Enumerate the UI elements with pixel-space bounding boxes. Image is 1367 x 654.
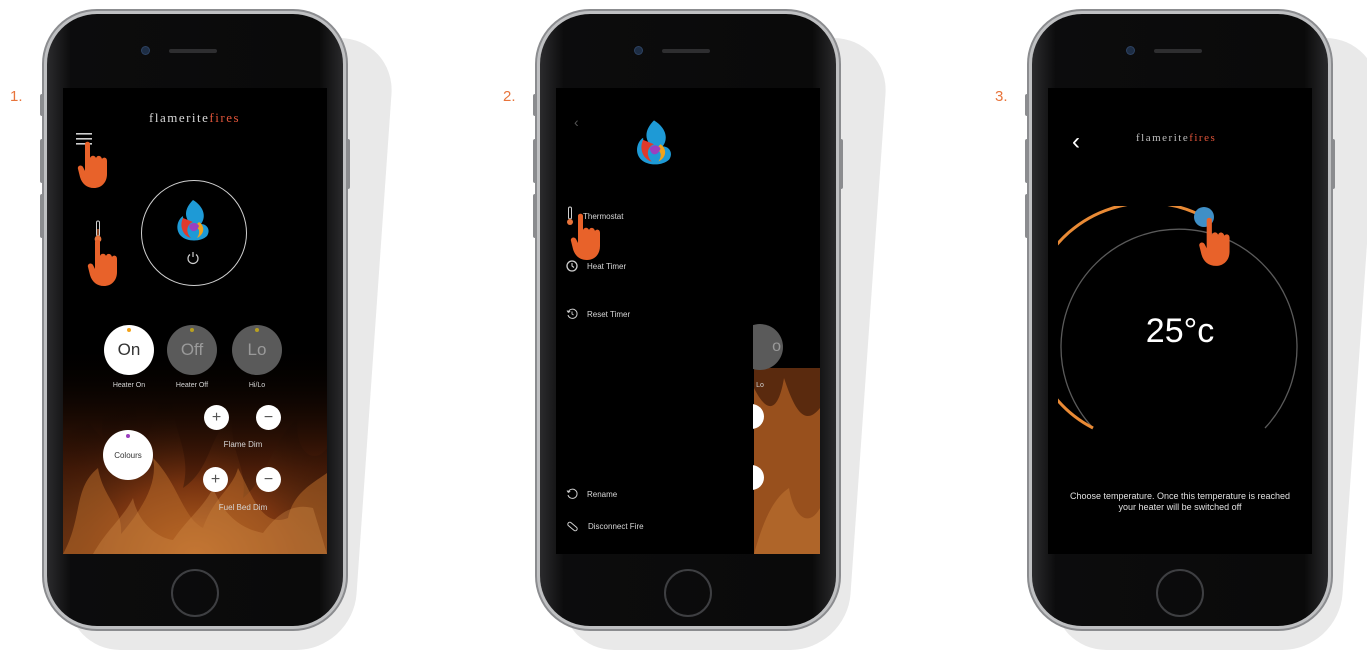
heater-off-button[interactable]: Off [167, 325, 217, 375]
reset-timer-icon [566, 308, 578, 319]
heater-on-button[interactable]: On [104, 325, 154, 375]
step-number-1: 1. [10, 88, 23, 105]
front-camera [635, 47, 642, 54]
disconnect-icon [567, 521, 578, 532]
phone-mockup-1: flameritefires On Heater On Off Heater O… [40, 14, 350, 626]
front-camera [142, 47, 149, 54]
flame-dim-label: Flame Dim [223, 440, 263, 449]
app-screen-home: flameritefires On Heater On Off Heater O… [63, 88, 327, 554]
tap-hand-icon [570, 213, 600, 260]
heater-on-label: Heater On [112, 382, 146, 389]
temperature-readout: 25°c [1145, 312, 1215, 350]
step-number-2: 2. [503, 88, 516, 105]
fuel-bed-dim-label: Fuel Bed Dim [218, 503, 268, 512]
earpiece-speaker [169, 49, 217, 53]
home-button[interactable] [1156, 569, 1204, 617]
tap-hand-icon [87, 239, 117, 286]
brand-logo: flameritefires [149, 110, 241, 125]
app-screen-menu: o Lo ‹ Thermostat Heat Timer Reset Timer… [556, 88, 820, 554]
instruction-text: Choose temperature. Once this temperatur… [1069, 491, 1291, 512]
menu-item-disconnect-fire[interactable]: Disconnect Fire [566, 520, 644, 533]
flames-background [754, 368, 820, 554]
home-button[interactable] [664, 569, 712, 617]
phone-mockup-3: ‹ flameritefires 25°c Choose temperature… [1025, 14, 1335, 626]
home-button[interactable] [171, 569, 219, 617]
phone-mockup-2: o Lo ‹ Thermostat Heat Timer Reset Timer… [533, 14, 843, 626]
hi-lo-label: Hi/Lo [248, 382, 266, 389]
heater-off-label: Heater Off [175, 382, 209, 389]
fuel-bed-dim-minus-button[interactable]: − [256, 467, 281, 492]
peek-hi-lo-label: Lo [756, 382, 764, 389]
hi-lo-button[interactable]: Lo [232, 325, 282, 375]
brand-logo: flameritefires [1136, 132, 1217, 144]
rename-icon [566, 488, 578, 499]
menu-item-rename[interactable]: Rename [566, 488, 617, 500]
flame-logo-icon [637, 120, 671, 165]
menu-item-reset-timer[interactable]: Reset Timer [566, 308, 630, 320]
back-chevron-icon[interactable]: ‹ [574, 114, 579, 130]
step-number-3: 3. [995, 88, 1008, 105]
app-screen-thermostat: ‹ flameritefires 25°c Choose temperature… [1048, 88, 1312, 554]
power-icon[interactable] [186, 251, 200, 265]
flame-logo-icon [177, 200, 209, 241]
front-camera [1127, 47, 1134, 54]
flame-dim-minus-button[interactable]: − [256, 405, 281, 430]
fuel-bed-dim-plus-button[interactable]: + [203, 467, 228, 492]
back-button[interactable]: ‹ [1072, 130, 1080, 154]
tap-hand-icon [1199, 217, 1230, 266]
earpiece-speaker [662, 49, 710, 53]
flame-dim-plus-button[interactable]: + [204, 405, 229, 430]
side-drawer: ‹ Thermostat Heat Timer Reset Timer Rena… [556, 88, 753, 554]
tap-hand-icon [77, 141, 107, 188]
earpiece-speaker [1154, 49, 1202, 53]
